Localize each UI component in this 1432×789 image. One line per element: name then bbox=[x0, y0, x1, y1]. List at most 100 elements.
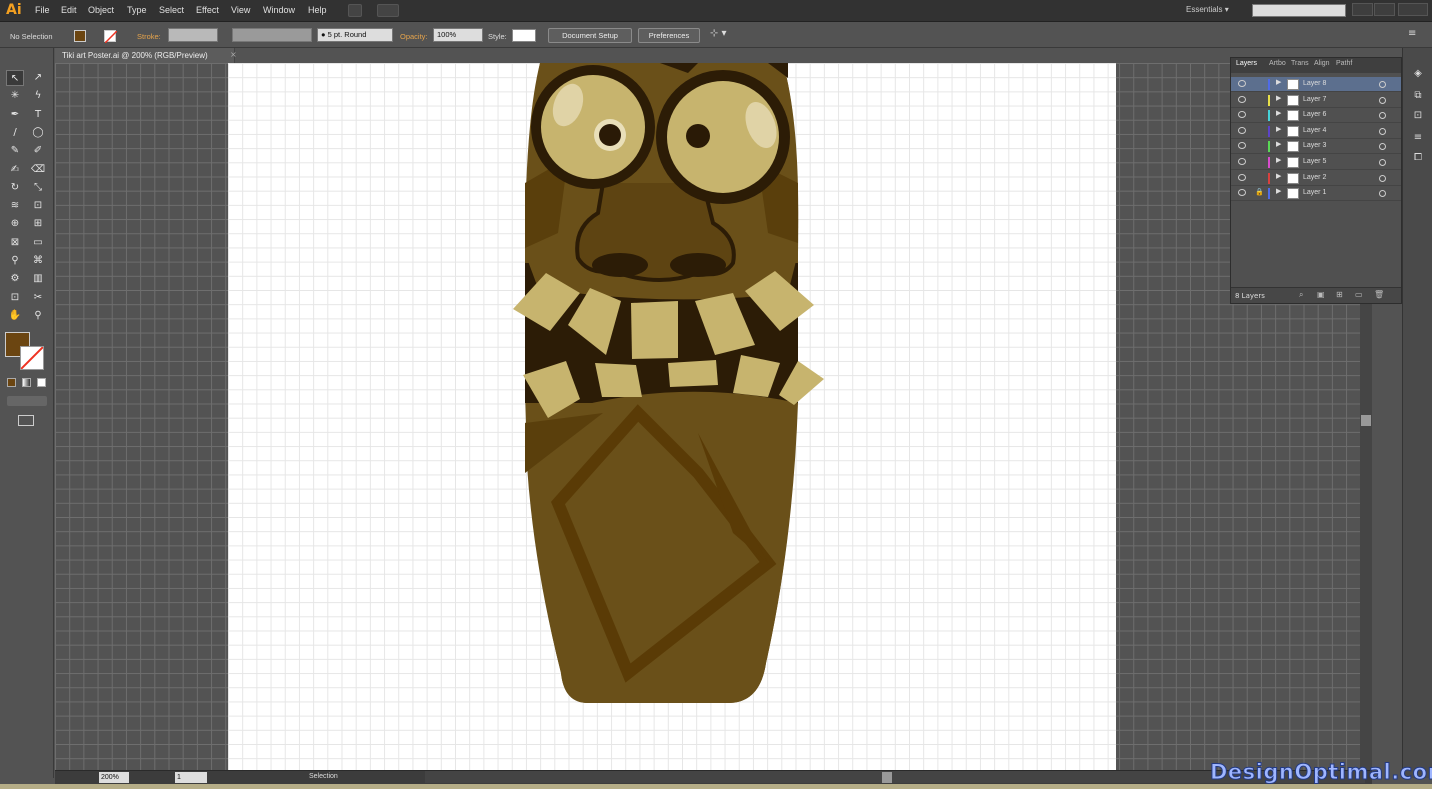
fill-swatch[interactable] bbox=[74, 30, 86, 42]
target-circle-icon[interactable] bbox=[1379, 143, 1386, 151]
ellipse-icon[interactable]: ◯ bbox=[29, 125, 47, 141]
visibility-eye-icon[interactable] bbox=[1238, 142, 1246, 150]
menu-view[interactable]: View bbox=[231, 5, 250, 15]
slice-icon[interactable]: ✂ bbox=[29, 290, 47, 306]
scroll-thumb[interactable] bbox=[1361, 415, 1371, 426]
screen-mode-icon[interactable] bbox=[18, 415, 34, 426]
target-circle-icon[interactable] bbox=[1379, 96, 1386, 104]
variable-width-profile[interactable] bbox=[232, 28, 312, 42]
graphic-style-picker[interactable] bbox=[512, 29, 536, 42]
selection-icon[interactable]: ↖ bbox=[6, 70, 24, 86]
menu-type[interactable]: Type bbox=[127, 5, 147, 15]
rotate-icon[interactable]: ↻ bbox=[6, 180, 24, 196]
panel-menu-icon[interactable]: ≡ bbox=[1408, 28, 1416, 39]
layer-row[interactable]: ▶ Layer 2 bbox=[1231, 171, 1401, 186]
magic-wand-icon[interactable]: ✳ bbox=[6, 88, 24, 104]
document-tab[interactable]: Tiki art Poster.ai @ 200% (RGB/Preview) … bbox=[55, 48, 237, 63]
tab-transform[interactable]: Trans bbox=[1291, 60, 1309, 72]
tab-artboards[interactable]: Artbo bbox=[1269, 60, 1286, 72]
layer-name[interactable]: Layer 6 bbox=[1303, 111, 1326, 118]
artboard[interactable] bbox=[228, 63, 1116, 770]
menu-object[interactable]: Object bbox=[88, 5, 114, 15]
blend-icon[interactable]: ⌘ bbox=[29, 253, 47, 269]
opacity-field[interactable]: 100% bbox=[433, 28, 483, 42]
transform-icon[interactable]: ⊡ bbox=[1411, 110, 1425, 122]
minimize-button[interactable] bbox=[1352, 3, 1373, 16]
pencil-icon[interactable]: ✐ bbox=[29, 143, 47, 159]
layer-name[interactable]: Layer 7 bbox=[1303, 96, 1326, 103]
expand-triangle-icon[interactable]: ▶ bbox=[1276, 125, 1281, 133]
layer-row[interactable]: ▶ Layer 8 bbox=[1231, 77, 1401, 92]
none-mode-icon[interactable] bbox=[37, 378, 46, 387]
mesh-icon[interactable]: ⊠ bbox=[6, 235, 24, 251]
artboards-icon[interactable]: ⧉ bbox=[1411, 90, 1425, 102]
delete-layer-icon[interactable]: 🗑 bbox=[1374, 290, 1384, 299]
symbol-sprayer-icon[interactable]: ⚙ bbox=[6, 271, 24, 287]
layer-name[interactable]: Layer 5 bbox=[1303, 158, 1326, 165]
visibility-eye-icon[interactable] bbox=[1238, 111, 1246, 119]
stroke-color-box[interactable] bbox=[20, 346, 44, 370]
hand-icon[interactable]: ✋ bbox=[6, 308, 24, 324]
tab-layers[interactable]: Layers bbox=[1236, 60, 1257, 72]
layer-name[interactable]: Layer 4 bbox=[1303, 127, 1326, 134]
visibility-eye-icon[interactable] bbox=[1238, 95, 1246, 103]
visibility-eye-icon[interactable] bbox=[1238, 173, 1246, 181]
visibility-eye-icon[interactable] bbox=[1238, 126, 1246, 134]
arrange-icon[interactable]: ⊹ ▾ bbox=[710, 28, 727, 39]
lock-icon[interactable]: 🔒 bbox=[1255, 188, 1264, 196]
menu-effect[interactable]: Effect bbox=[196, 5, 219, 15]
visibility-eye-icon[interactable] bbox=[1238, 189, 1246, 197]
visibility-eye-icon[interactable] bbox=[1238, 80, 1246, 87]
expand-triangle-icon[interactable]: ▶ bbox=[1276, 140, 1281, 148]
lasso-icon[interactable]: ϟ bbox=[29, 88, 47, 104]
menu-edit[interactable]: Edit bbox=[61, 5, 77, 15]
make-clipping-mask-icon[interactable]: ▣ bbox=[1317, 290, 1325, 299]
direct-selection-icon[interactable]: ↗ bbox=[29, 70, 47, 86]
layer-row[interactable]: ▶ Layer 3 bbox=[1231, 139, 1401, 155]
shape-builder-icon[interactable]: ⊕ bbox=[6, 216, 24, 232]
gradient-mode-icon[interactable] bbox=[22, 378, 31, 387]
stroke-weight-field[interactable] bbox=[168, 28, 218, 42]
target-circle-icon[interactable] bbox=[1379, 127, 1386, 135]
new-layer-icon[interactable]: ▭ bbox=[1355, 290, 1363, 299]
menu-help[interactable]: Help bbox=[308, 5, 327, 15]
layer-row[interactable]: ▶ Layer 4 bbox=[1231, 124, 1401, 139]
layer-row[interactable]: ▶ Layer 6 bbox=[1231, 108, 1401, 124]
locate-object-icon[interactable]: ⌕ bbox=[1299, 290, 1303, 300]
perspective-grid-icon[interactable]: ⊞ bbox=[29, 216, 47, 232]
pathfinder-icon[interactable]: ⧠ bbox=[1411, 152, 1425, 164]
expand-triangle-icon[interactable]: ▶ bbox=[1276, 94, 1281, 102]
layer-name[interactable]: Layer 3 bbox=[1303, 142, 1326, 149]
scale-icon[interactable]: ⤡ bbox=[29, 180, 47, 196]
free-transform-icon[interactable]: ⊡ bbox=[29, 198, 47, 214]
eraser-icon[interactable]: ⌫ bbox=[29, 162, 47, 178]
expand-triangle-icon[interactable]: ▶ bbox=[1276, 156, 1281, 164]
close-tab-icon[interactable]: × bbox=[230, 50, 237, 59]
width-icon[interactable]: ≋ bbox=[6, 198, 24, 214]
preferences-button[interactable]: Preferences bbox=[638, 28, 700, 43]
type-icon[interactable]: T bbox=[29, 107, 47, 123]
current-tool-status[interactable]: Selection bbox=[309, 773, 338, 780]
artboard-navigation[interactable]: 1 bbox=[175, 772, 207, 783]
tab-pathfinder[interactable]: Pathf bbox=[1336, 60, 1352, 72]
menu-file[interactable]: File bbox=[35, 5, 50, 15]
pen-icon[interactable]: ✒ bbox=[6, 107, 24, 123]
draw-modes-icon[interactable] bbox=[7, 396, 47, 406]
column-graph-icon[interactable]: ▥ bbox=[29, 271, 47, 287]
bridge-button[interactable] bbox=[348, 4, 362, 17]
layer-name[interactable]: Layer 2 bbox=[1303, 174, 1326, 181]
blob-brush-icon[interactable]: ✍ bbox=[6, 162, 24, 178]
layer-row[interactable]: ▶ Layer 7 bbox=[1231, 93, 1401, 108]
document-setup-button[interactable]: Document Setup bbox=[548, 28, 632, 43]
search-input[interactable] bbox=[1252, 4, 1346, 17]
color-mode-icon[interactable] bbox=[7, 378, 16, 387]
hscroll-thumb[interactable] bbox=[882, 772, 892, 783]
close-button[interactable] bbox=[1398, 3, 1428, 16]
expand-triangle-icon[interactable]: ▶ bbox=[1276, 78, 1281, 86]
menu-window[interactable]: Window bbox=[263, 5, 295, 15]
tiki-artwork[interactable] bbox=[228, 63, 1116, 770]
layer-name[interactable]: Layer 8 bbox=[1303, 80, 1326, 87]
target-circle-icon[interactable] bbox=[1379, 81, 1386, 88]
paintbrush-icon[interactable]: ✎ bbox=[6, 143, 24, 159]
expand-triangle-icon[interactable]: ▶ bbox=[1276, 187, 1281, 195]
